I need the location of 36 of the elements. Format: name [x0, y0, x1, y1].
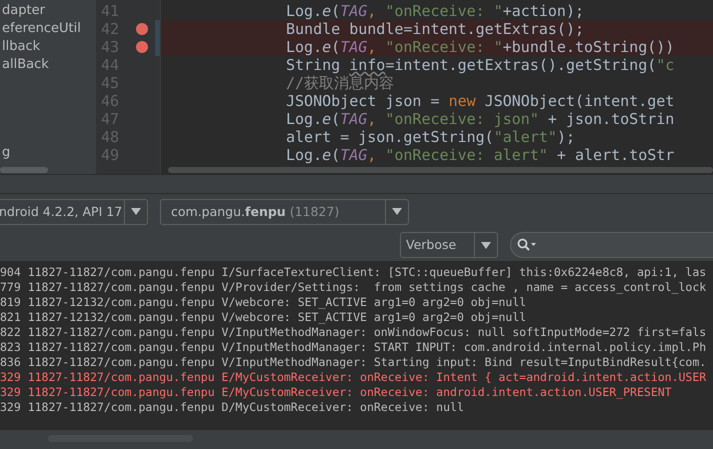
code-line: Log.e(TAG, "onReceive: "+action); [286, 2, 584, 20]
search-icon [517, 238, 537, 252]
log-line: 821 11827-12132/com.pangu.fenpu V/webcore: SET_ACTIVE arg1=0 arg2=0 obj=null [0, 310, 526, 325]
scrollbar-thumb[interactable] [0, 167, 48, 173]
log-line: 904 11827-11827/com.pangu.fenpu I/SurfaceTextureClient: [STC::queueBuffer] this:0x6224e8c8, api:1, las [0, 265, 706, 280]
dropdown-arrow-icon [392, 208, 402, 215]
log-line: 329 11827-11827/com.pangu.fenpu D/MyCustomReceiver: onReceive: null [0, 400, 464, 415]
search-field[interactable] [510, 232, 713, 258]
device-dropdown[interactable]: ndroid 4.2.2, API 17 [0, 198, 148, 224]
log-line: 329 11827-11827/com.pangu.fenpu E/MyCustomReceiver: onReceive: android.intent.action.USER_PRESENT [0, 385, 672, 400]
log-line: 836 11827-11827/com.pangu.fenpu V/InputMethodManager: Starting input: Bind result=InputBindResult{com. [0, 355, 706, 370]
code-line: String info=intent.getExtras().getString("c [286, 56, 674, 74]
code-line: Log.e(TAG, "onReceive: "+bundle.toString()) [286, 38, 674, 56]
log-line: 329 11827-11827/com.pangu.fenpu E/MyCustomReceiver: onReceive: Intent { act=android.intent.action.USER [0, 370, 706, 385]
tree-item[interactable]: dapter [2, 2, 45, 20]
tree-item[interactable]: eferenceUtil [2, 20, 81, 38]
code-line: Log.e(TAG, "onReceive: json" + json.toStrin [286, 110, 674, 128]
breakpoint-icon[interactable] [136, 23, 148, 35]
tree-item[interactable]: g [2, 144, 10, 162]
log-line: 822 11827-11827/com.pangu.fenpu V/InputMethodManager: onWindowFocus: null softInputMode=272 first=fals [0, 325, 706, 340]
tree-item[interactable]: allBack [2, 56, 49, 74]
scrollbar-thumb[interactable] [168, 167, 713, 173]
code-line: Log.e(TAG, "onReceive: alert" + alert.toStr [286, 146, 674, 164]
log-line: 779 11827-11827/com.pangu.fenpu V/Provider/Settings: from settings cache , name = access_control_lock [0, 280, 706, 295]
dropdown-arrow-icon [131, 208, 141, 215]
code-line: //获取消息内容 [286, 74, 394, 92]
code-line: JSONObject json = new JSONObject(intent.get [286, 92, 674, 110]
log-line: 819 11827-12132/com.pangu.fenpu V/webcore: SET_ACTIVE arg1=0 arg2=0 obj=null [0, 295, 526, 310]
log-level-dropdown[interactable]: Verbose [400, 232, 498, 258]
dropdown-arrow-icon [481, 242, 491, 248]
code-line: alert = json.getString("alert"); [286, 128, 575, 146]
tree-item[interactable]: llback [2, 38, 40, 56]
log-line: 823 11827-11827/com.pangu.fenpu V/InputMethodManager: START INPUT: com.android.internal.policy.impl.Ph [0, 340, 706, 355]
process-dropdown[interactable]: com.pangu.fenpu (11827) [160, 198, 409, 224]
breakpoint-icon[interactable] [136, 41, 148, 53]
code-line: Bundle bundle=intent.getExtras(); [286, 20, 584, 38]
